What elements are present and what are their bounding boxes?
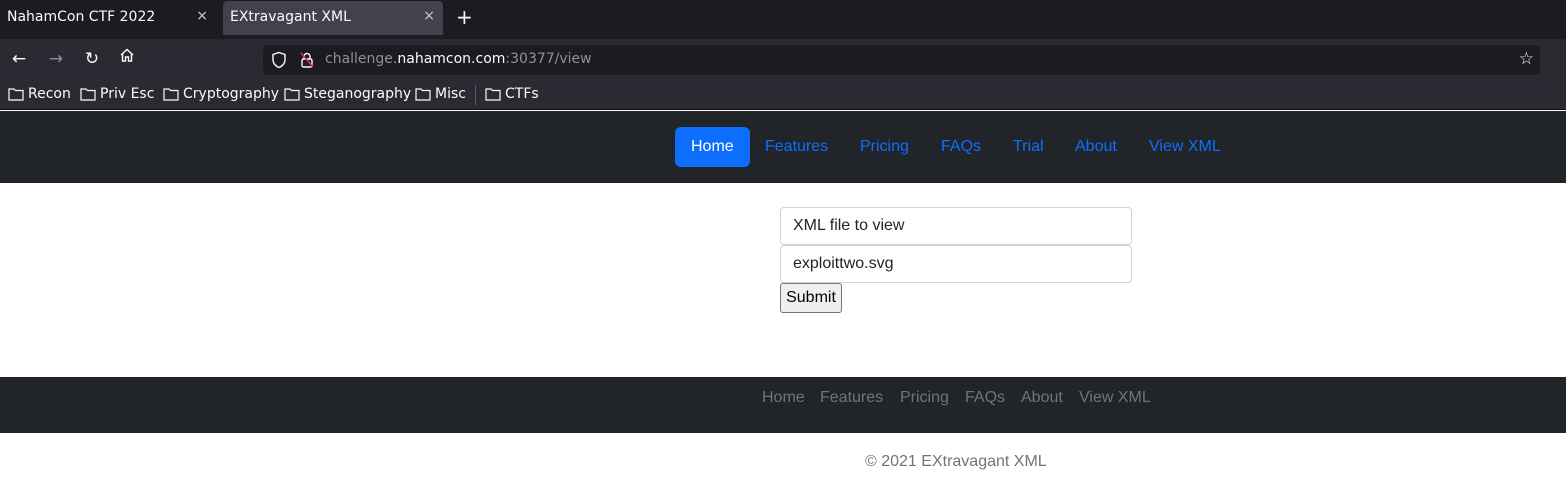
footer-link-features[interactable]: Features — [820, 389, 883, 407]
new-tab-icon[interactable]: + — [456, 5, 473, 29]
bookmarks-bar: Recon Priv Esc Cryptography Steganograph… — [0, 80, 1566, 110]
bookmark-folder[interactable]: Steganography — [284, 86, 411, 102]
site-footer: Home Features Pricing FAQs About View XM… — [0, 377, 1566, 433]
nav-about[interactable]: About — [1059, 127, 1133, 167]
address-bar[interactable]: challenge.nahamcon.com:30377/view ☆ — [263, 45, 1540, 75]
submit-button[interactable]: Submit — [780, 283, 842, 313]
insecure-lock-icon[interactable] — [299, 51, 315, 73]
home-icon[interactable] — [116, 47, 138, 69]
nav-view-xml[interactable]: View XML — [1133, 127, 1237, 167]
folder-icon — [415, 88, 431, 101]
back-icon[interactable]: ← — [8, 48, 30, 70]
close-tab-icon[interactable]: × — [196, 8, 208, 24]
nav-pricing[interactable]: Pricing — [844, 127, 925, 167]
url-text: challenge.nahamcon.com:30377/view — [325, 51, 592, 67]
bookmark-star-icon[interactable]: ☆ — [1519, 49, 1534, 69]
footer-link-view-xml[interactable]: View XML — [1079, 389, 1151, 407]
reload-icon[interactable]: ↻ — [81, 48, 103, 70]
bookmark-label: Misc — [435, 86, 466, 102]
tab-title: EXtravagant XML — [230, 9, 351, 25]
bookmark-folder[interactable]: Priv Esc — [80, 86, 154, 102]
footer-link-about[interactable]: About — [1021, 389, 1063, 407]
folder-icon — [485, 88, 501, 101]
xml-label-field[interactable]: XML file to view — [780, 207, 1132, 245]
bookmark-label: CTFs — [505, 86, 539, 102]
nav-features[interactable]: Features — [749, 127, 844, 167]
folder-icon — [163, 88, 179, 101]
forward-icon[interactable]: → — [45, 48, 67, 70]
folder-icon — [80, 88, 96, 101]
nav-faqs[interactable]: FAQs — [925, 127, 997, 167]
bookmark-folder[interactable]: Misc — [415, 86, 466, 102]
shield-icon[interactable] — [271, 51, 287, 73]
bookmark-folder[interactable]: CTFs — [485, 86, 539, 102]
nav-home[interactable]: Home — [675, 127, 750, 167]
footer-link-faqs[interactable]: FAQs — [965, 389, 1005, 407]
xml-file-input[interactable]: exploittwo.svg — [780, 245, 1132, 283]
browser-tab-strip: NahamCon CTF 2022 × EXtravagant XML × + — [0, 0, 1566, 39]
folder-icon — [8, 88, 24, 101]
bookmark-label: Recon — [28, 86, 71, 102]
browser-tab[interactable]: NahamCon CTF 2022 × — [0, 1, 216, 35]
bookmark-label: Cryptography — [183, 86, 280, 102]
footer-link-home[interactable]: Home — [762, 389, 805, 407]
copyright-text: © 2021 EXtravagant XML — [865, 453, 1047, 470]
folder-icon — [284, 88, 300, 101]
footer-link-pricing[interactable]: Pricing — [900, 389, 949, 407]
bookmark-folder[interactable]: Recon — [8, 86, 71, 102]
tab-title: NahamCon CTF 2022 — [7, 9, 156, 25]
nav-trial[interactable]: Trial — [997, 127, 1060, 167]
browser-tab-active[interactable]: EXtravagant XML × — [223, 1, 443, 35]
site-navbar: Home Features Pricing FAQs Trial About V… — [0, 111, 1566, 183]
bookmark-label: Steganography — [304, 86, 412, 102]
bookmark-folder[interactable]: Cryptography — [163, 86, 279, 102]
close-tab-icon[interactable]: × — [423, 8, 435, 24]
bookmark-label: Priv Esc — [100, 86, 155, 102]
bookmark-separator — [475, 85, 476, 105]
